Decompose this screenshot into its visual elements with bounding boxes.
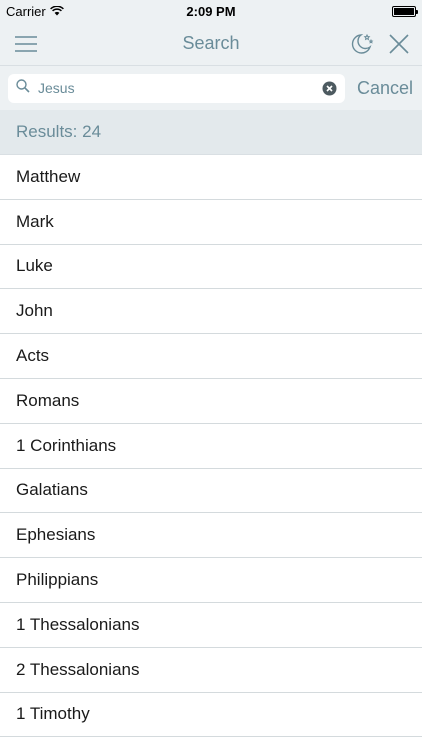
list-item[interactable]: Ephesians — [0, 513, 422, 559]
search-input[interactable] — [38, 80, 314, 96]
list-item[interactable]: John — [0, 289, 422, 335]
results-count-header: Results: 24 — [0, 110, 422, 155]
status-left: Carrier — [6, 4, 64, 19]
battery-icon — [392, 5, 418, 17]
list-item[interactable]: Mark — [0, 200, 422, 245]
list-item[interactable]: Luke — [0, 245, 422, 290]
cancel-button[interactable]: Cancel — [357, 78, 414, 99]
list-item[interactable]: Galatians — [0, 469, 422, 514]
list-item[interactable]: Acts — [0, 334, 422, 379]
search-field — [8, 73, 345, 103]
list-item[interactable]: 1 Thessalonians — [0, 603, 422, 648]
list-item[interactable]: Romans — [0, 379, 422, 424]
wifi-icon — [49, 4, 64, 19]
battery-fill — [394, 7, 414, 15]
list-item[interactable]: Matthew — [0, 155, 422, 200]
search-row: Cancel — [0, 66, 422, 110]
list-item[interactable]: 2 Thessalonians — [0, 648, 422, 693]
status-bar: Carrier 2:09 PM — [0, 0, 422, 22]
results-list: Matthew Mark Luke John Acts Romans 1 Cor… — [0, 155, 422, 738]
close-icon[interactable] — [388, 33, 410, 55]
search-icon — [16, 78, 30, 98]
carrier-label: Carrier — [6, 3, 46, 19]
hamburger-menu-icon[interactable] — [15, 35, 37, 52]
list-item[interactable]: 1 Timothy — [0, 693, 422, 738]
night-mode-icon[interactable] — [350, 32, 374, 56]
clear-search-icon[interactable] — [322, 81, 337, 96]
list-item[interactable]: Philippians — [0, 558, 422, 603]
nav-right-actions — [350, 32, 410, 56]
list-item[interactable]: 1 Corinthians — [0, 424, 422, 469]
nav-bar: Search — [0, 22, 422, 66]
